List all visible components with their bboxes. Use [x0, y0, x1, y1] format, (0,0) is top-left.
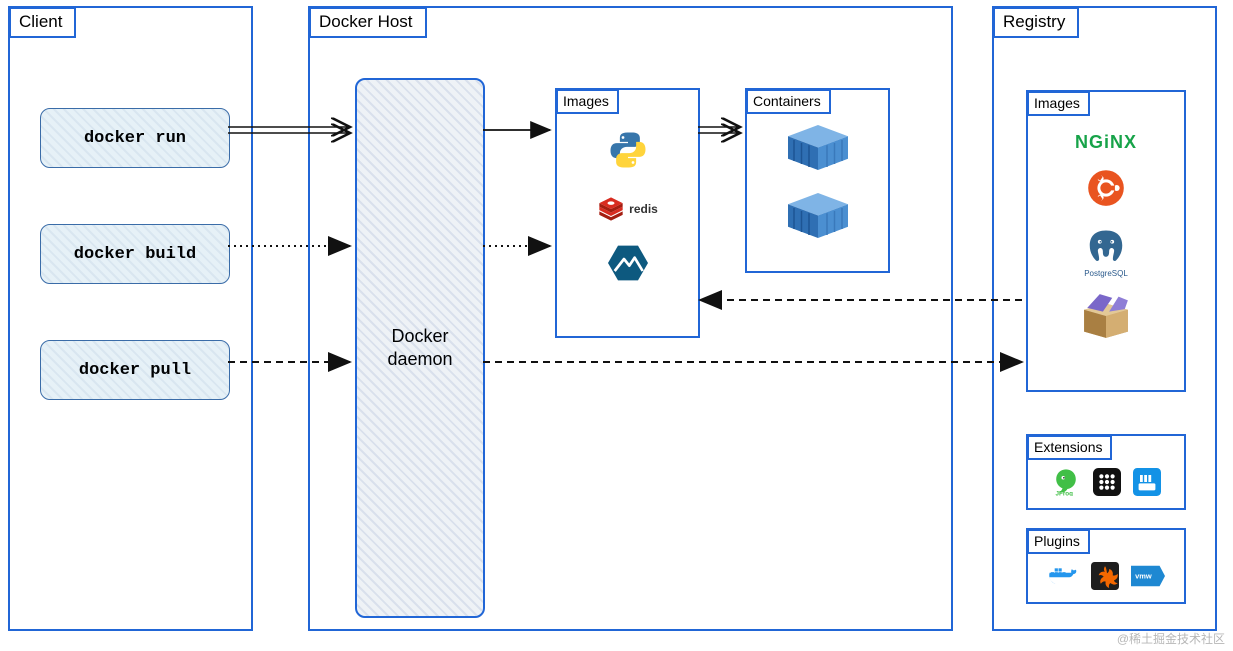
- client-title: Client: [9, 7, 76, 38]
- redis-label: redis: [629, 202, 658, 216]
- postgresql-icon: PostgreSQL: [1084, 228, 1128, 278]
- cmd-docker-build: docker build: [40, 224, 230, 284]
- client-panel: Client docker run docker build docker pu…: [8, 6, 253, 631]
- cmd-docker-run: docker run: [40, 108, 230, 168]
- jfrog-icon: JFrog: [1051, 468, 1081, 501]
- nginx-icon: NGiNX: [1075, 132, 1137, 153]
- redis-icon: redis: [597, 197, 658, 221]
- registry-images-title: Images: [1027, 91, 1090, 116]
- registry-extensions-title: Extensions: [1027, 435, 1112, 460]
- docker-host-title: Docker Host: [309, 7, 427, 38]
- portainer-icon: [1133, 468, 1161, 501]
- box-icon: [1081, 294, 1131, 343]
- docker-daemon-box: Docker daemon: [355, 78, 485, 618]
- registry-plugins-title: Plugins: [1027, 529, 1090, 554]
- container-icon: [788, 193, 848, 243]
- host-images-box: Images redis: [555, 88, 700, 338]
- svg-text:JFrog: JFrog: [1056, 490, 1074, 496]
- docker-daemon-label: Docker daemon: [387, 325, 452, 372]
- registry-panel: Registry Images NGiNX: [992, 6, 1217, 631]
- container-icon: [788, 125, 848, 175]
- host-containers-title: Containers: [746, 89, 831, 114]
- registry-plugins-box: Plugins: [1026, 528, 1186, 604]
- grafana-icon: [1091, 562, 1119, 595]
- host-images-title: Images: [556, 89, 619, 114]
- host-containers-box: Containers: [745, 88, 890, 273]
- registry-title: Registry: [993, 7, 1079, 38]
- vmware-icon: vmw: [1131, 562, 1165, 595]
- registry-images-box: Images NGiNX: [1026, 90, 1186, 392]
- python-icon: [608, 130, 648, 175]
- ubuntu-icon: [1087, 169, 1125, 212]
- registry-extensions-box: Extensions JFrog: [1026, 434, 1186, 510]
- docker-whale-icon: [1047, 562, 1079, 595]
- cmd-docker-pull: docker pull: [40, 340, 230, 400]
- docker-host-panel: Docker Host Docker daemon Images: [308, 6, 953, 631]
- alpine-icon: [608, 243, 648, 288]
- grid-app-icon: [1093, 468, 1121, 501]
- postgresql-label: PostgreSQL: [1084, 269, 1128, 278]
- watermark: @稀土掘金技术社区: [1117, 630, 1225, 647]
- svg-text:vmw: vmw: [1135, 572, 1152, 581]
